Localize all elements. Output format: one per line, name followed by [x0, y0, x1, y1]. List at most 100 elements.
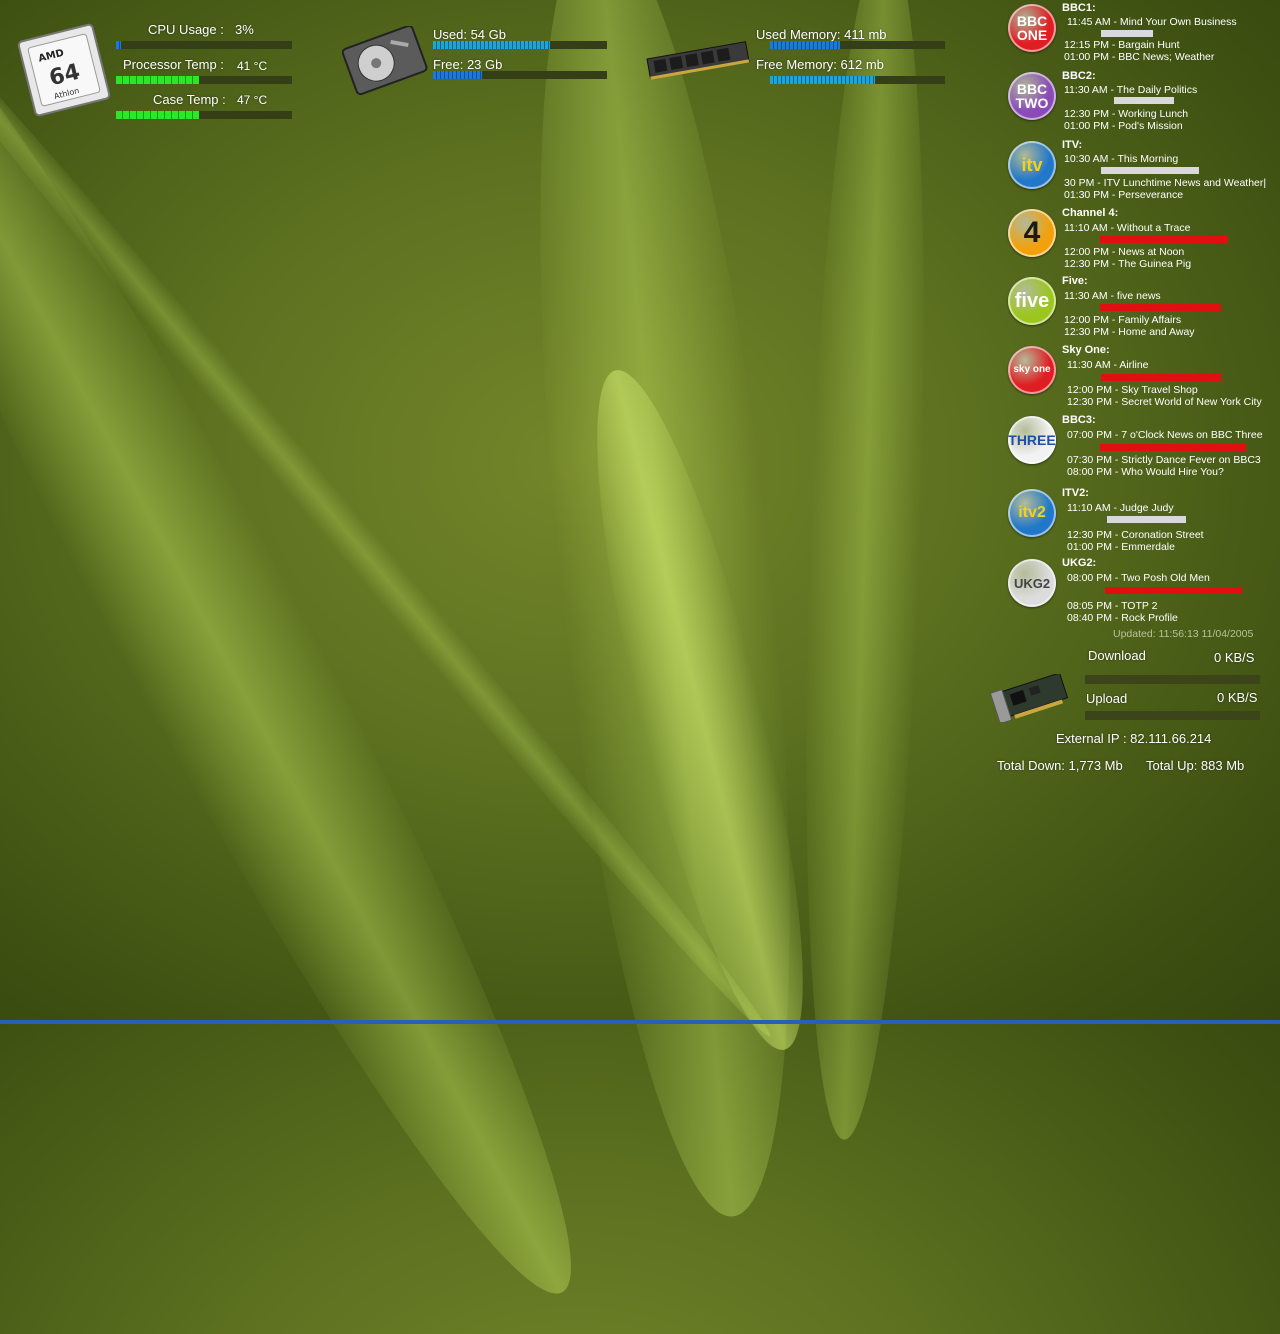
disk-used-bar [433, 41, 607, 49]
programme-progress-bar [1107, 516, 1186, 523]
channel-name: Channel 4: [1062, 207, 1119, 219]
channel-name: Five: [1062, 275, 1088, 287]
bbc-three-logo-icon: THREE [1008, 416, 1056, 464]
channel-itv2[interactable]: itv2 ITV2: 11:10 AM - Judge Judy 12:30 P… [1008, 487, 1280, 555]
wallpaper-grass-blade [789, 0, 941, 1142]
channel-name: Sky One: [1062, 344, 1110, 356]
memory-module-icon [646, 41, 750, 80]
itv-logo-icon: itv [1008, 141, 1056, 189]
itv2-logo-icon: itv2 [1008, 489, 1056, 537]
used-memory-bar [770, 41, 945, 49]
total-down: Total Down: 1,773 Mb [997, 758, 1123, 773]
sky-one-logo-icon: sky one [1008, 346, 1056, 394]
memory-widget: Used Memory: 411 mb Free Memory: 612 mb [640, 20, 950, 100]
channel-itv[interactable]: itv ITV: 10:30 AM - This Morning 30 PM -… [1008, 139, 1280, 207]
network-widget: Download 0 KB/S Upload 0 KB/S External I… [980, 640, 1280, 780]
processor-temp-value: 41 °C [237, 59, 268, 73]
five-logo-icon: five [1008, 277, 1056, 325]
cpu-usage-label: CPU Usage : [148, 22, 224, 37]
programme-progress-bar [1100, 444, 1246, 451]
later-programme: 01:00 PM - BBC News; Weather [1064, 51, 1215, 63]
amd-athlon-chip-icon: AMD 64 Athlon [17, 23, 111, 117]
bbc-two-logo-icon: BBC TWO [1008, 72, 1056, 120]
disk-free-bar [433, 71, 607, 79]
channel-name: BBC2: [1062, 70, 1096, 82]
now-showing: 07:00 PM - 7 o'Clock News on BBC Three [1067, 429, 1263, 441]
processor-temp-label: Processor Temp : [123, 57, 224, 72]
download-label: Download [1088, 648, 1146, 663]
cpu-widget: AMD 64 Athlon CPU Usage : 3% Processor T… [0, 0, 300, 130]
now-showing: 11:30 AM - five news [1064, 290, 1161, 302]
later-programme: 08:40 PM - Rock Profile [1067, 612, 1178, 624]
now-showing: 11:45 AM - Mind Your Own Business [1067, 16, 1237, 28]
external-ip: External IP : 82.111.66.214 [1056, 731, 1212, 746]
later-programme: 01:00 PM - Pod's Mission [1064, 120, 1183, 132]
now-showing: 10:30 AM - This Morning [1064, 153, 1179, 165]
cpu-usage-value: 3% [235, 22, 254, 37]
now-showing: 11:30 AM - The Daily Politics [1064, 84, 1198, 96]
next-programme: 12:15 PM - Bargain Hunt [1064, 39, 1180, 51]
later-programme: 12:30 PM - The Guinea Pig [1064, 258, 1192, 270]
now-showing: 11:10 AM - Judge Judy [1067, 502, 1174, 514]
programme-progress-bar [1101, 167, 1199, 174]
download-rate-bar [1085, 675, 1260, 684]
now-showing: 11:10 AM - Without a Trace [1064, 222, 1191, 234]
disk-free-label: Free: 23 Gb [433, 57, 503, 72]
upload-label: Upload [1086, 691, 1128, 706]
channel-ukg2[interactable]: UKG2 UKG2: 08:00 PM - Two Posh Old Men 0… [1008, 557, 1280, 625]
channel-bbc2[interactable]: BBC TWO BBC2: 11:30 AM - The Daily Politi… [1008, 70, 1280, 138]
later-programme: 12:30 PM - Secret World of New York City [1067, 396, 1262, 408]
channel-sky-one[interactable]: sky one Sky One: 11:30 AM - Airline 12:0… [1008, 344, 1280, 412]
download-rate: 0 KB/S [1214, 650, 1255, 665]
taskbar[interactable] [0, 1020, 1280, 1024]
free-memory-label: Free Memory: 612 mb [756, 57, 884, 72]
later-programme: 08:00 PM - Who Would Hire You? [1067, 466, 1224, 478]
cpu-usage-bar [116, 41, 292, 49]
guide-updated-timestamp: Updated: 11:56:13 11/04/2005 [1113, 628, 1254, 640]
disk-used-label: Used: 54 Gb [433, 27, 506, 42]
now-showing: 11:30 AM - Airline [1067, 359, 1149, 371]
next-programme: 08:05 PM - TOTP 2 [1067, 600, 1158, 612]
disk-widget: Used: 54 Gb Free: 23 Gb [340, 20, 610, 100]
programme-progress-bar [1100, 304, 1221, 311]
next-programme: 12:30 PM - Working Lunch [1064, 108, 1189, 120]
programme-progress-bar [1105, 587, 1242, 594]
later-programme: 01:30 PM - Perseverance [1064, 189, 1184, 201]
upload-rate: 0 KB/S [1217, 690, 1258, 705]
channel-4-logo-icon: 4 [1008, 209, 1056, 257]
upload-rate-bar [1085, 711, 1260, 720]
channel-five[interactable]: five Five: 11:30 AM - five news 12:00 PM… [1008, 275, 1280, 343]
next-programme: 12:00 PM - News at Noon [1064, 246, 1185, 258]
programme-progress-bar [1101, 30, 1153, 37]
hard-drive-icon [342, 26, 428, 96]
later-programme: 01:00 PM - Emmerdale [1067, 541, 1175, 553]
bbc-one-logo-icon: BBC ONE [1008, 4, 1056, 52]
processor-temp-bar [116, 76, 292, 84]
channel-bbc3[interactable]: THREE BBC3: 07:00 PM - 7 o'Clock News on… [1008, 414, 1280, 482]
case-temp-bar [116, 111, 292, 119]
channel-4[interactable]: 4 Channel 4: 11:10 AM - Without a Trace … [1008, 207, 1280, 275]
channel-name: BBC3: [1062, 414, 1096, 426]
channel-name: BBC1: [1062, 2, 1096, 14]
total-up: Total Up: 883 Mb [1146, 758, 1245, 773]
programme-progress-bar [1100, 236, 1228, 243]
channel-name: UKG2: [1062, 557, 1097, 569]
free-memory-bar [770, 76, 945, 84]
ukg2-logo-icon: UKG2 [1008, 559, 1056, 607]
later-programme: 12:30 PM - Home and Away [1064, 326, 1195, 338]
channel-name: ITV: [1062, 139, 1083, 151]
now-showing: 08:00 PM - Two Posh Old Men [1067, 572, 1210, 584]
network-card-icon [990, 674, 1069, 722]
channel-bbc1[interactable]: BBC ONE BBC1: 11:45 AM - Mind Your Own Bu… [1008, 2, 1280, 70]
case-temp-label: Case Temp : [153, 92, 226, 107]
next-programme: 12:30 PM - Coronation Street [1067, 529, 1204, 541]
programme-progress-bar [1101, 374, 1221, 381]
next-programme: 12:00 PM - Sky Travel Shop [1067, 384, 1198, 396]
next-programme: 07:30 PM - Strictly Dance Fever on BBC3 [1067, 454, 1261, 466]
used-memory-label: Used Memory: 411 mb [756, 27, 887, 42]
channel-name: ITV2: [1062, 487, 1089, 499]
next-programme: 12:00 PM - Family Affairs [1064, 314, 1182, 326]
case-temp-value: 47 °C [237, 93, 268, 107]
next-programme: 30 PM - ITV Lunchtime News and Weather| [1064, 177, 1267, 189]
programme-progress-bar [1114, 97, 1174, 104]
